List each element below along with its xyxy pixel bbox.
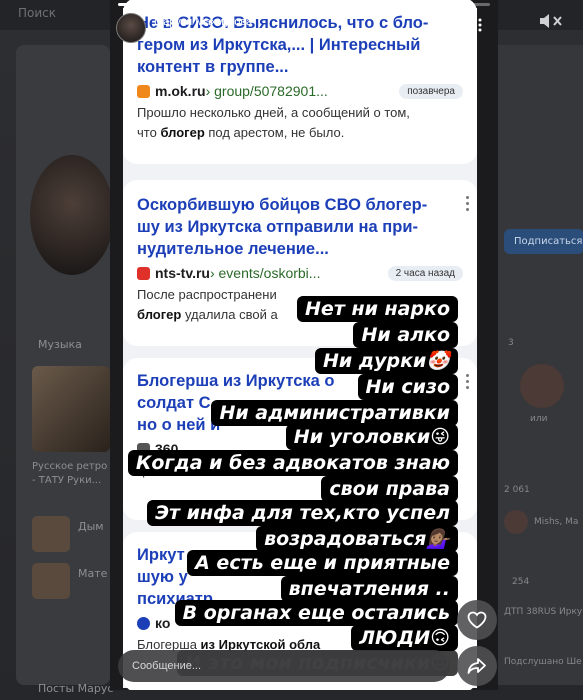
result-title: Иркут шую у психиатр: [137, 546, 213, 608]
share-arrow-icon: [467, 658, 486, 674]
avatar[interactable]: [116, 13, 146, 43]
story-header[interactable]: Маруся Махмутова: [116, 13, 252, 43]
more-options-icon[interactable]: [466, 196, 469, 214]
story-screenshot: Не в СИЗО. Выяснилось, что с бло- гером …: [123, 0, 477, 690]
site-favicon-icon: [137, 442, 150, 456]
speaker-muted-icon: [540, 14, 562, 28]
background-profile-avatar: [30, 155, 114, 275]
background-album-cover: [32, 366, 110, 452]
nts-favicon-icon: [137, 266, 150, 280]
search-result-card: Оскорбившую бойцов СВО блогер- шу из Ирк…: [123, 180, 477, 346]
result-title: Блогерша из Иркутска о солдат С но о ней…: [137, 372, 335, 434]
result-url: 360: [137, 441, 463, 457]
story-progress-bar: [118, 3, 490, 6]
background-right-text: Подслушано Ше: [504, 657, 582, 667]
more-options-icon[interactable]: [472, 17, 488, 33]
search-result-card: Блогерша из Иркутска о солдат С но о ней…: [123, 358, 477, 520]
add-friend-icon[interactable]: [442, 17, 458, 33]
background-search-label: Поиск: [18, 6, 57, 20]
result-url: nts-tv.ru › events/oskorbi... 2 часа наз…: [137, 265, 463, 281]
result-date-badge: позавчера: [399, 83, 463, 99]
result-url: m.ok.ru › group/50782901... позавчера: [137, 83, 463, 99]
background-right-text: 3: [508, 338, 514, 348]
result-snippet: цам СВО.: [137, 463, 196, 478]
heart-icon: [467, 611, 487, 629]
background-list-thumb: [32, 516, 70, 552]
result-url: ко: [137, 615, 463, 631]
background-list-thumb: [32, 563, 70, 599]
story-header-actions: [442, 17, 488, 33]
result-title: Оскорбившую бойцов СВО блогер- шу из Ирк…: [137, 196, 428, 258]
background-subscribe-button: Подписаться: [504, 229, 583, 254]
story-viewer[interactable]: Не в СИЗО. Выяснилось, что с бло- гером …: [110, 0, 498, 690]
background-right-text: ДТП 38RUS Ирку: [504, 607, 583, 617]
ok-ru-favicon-icon: [137, 84, 150, 98]
more-options-icon[interactable]: [466, 374, 469, 392]
mute-button[interactable]: [538, 12, 564, 30]
result-snippet: После распространени блогер удалила свой…: [137, 287, 278, 322]
background-album-caption: Русское ретро - ТАТУ Руки...: [32, 461, 108, 486]
background-music-heading: Музыка: [38, 338, 82, 351]
share-button[interactable]: [457, 646, 497, 686]
background-list-item: Дым: [78, 520, 104, 533]
message-input[interactable]: Сообщение...: [118, 650, 450, 682]
background-right-text: Mishs, Ma: [534, 517, 579, 527]
background-list-item: Мате: [78, 567, 108, 580]
result-date-badge: 2 часа назад: [387, 265, 463, 281]
background-friend-avatar: [520, 364, 564, 408]
story-author-name[interactable]: Маруся Махмутова: [154, 16, 252, 28]
background-right-text: 2 061: [504, 485, 530, 495]
background-right-text: или: [530, 414, 548, 424]
background-posts-label: Посты Марус: [38, 682, 114, 695]
result-snippet: Прошло несколько дней, а сообщений о том…: [137, 105, 410, 140]
background-right-text: 254: [512, 577, 530, 587]
background-friend-avatar: [504, 510, 528, 534]
site-favicon-icon: [137, 616, 150, 630]
like-button[interactable]: [457, 600, 497, 640]
